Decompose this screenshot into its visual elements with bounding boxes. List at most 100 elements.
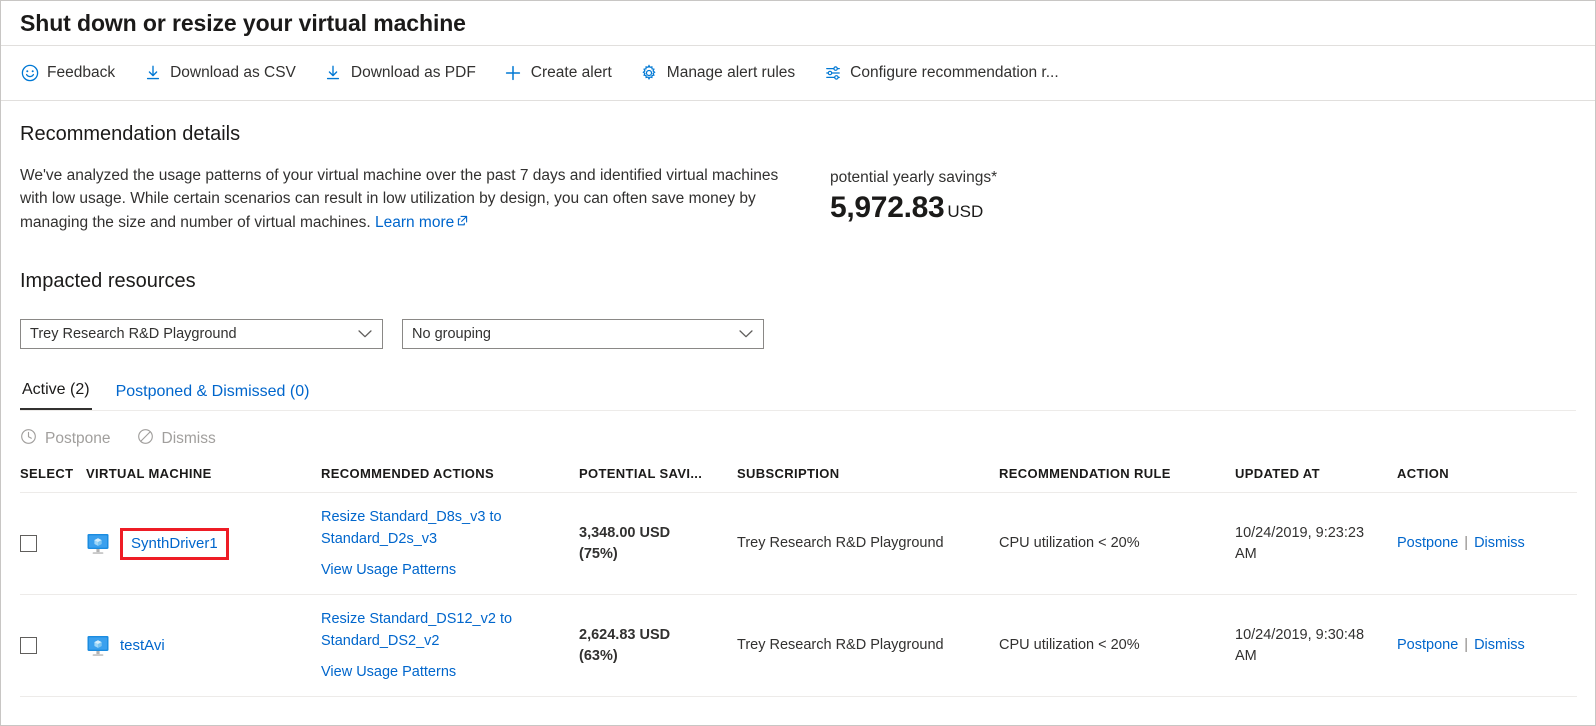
- table-body: SynthDriver1 Resize Standard_D8s_v3 to S…: [20, 493, 1577, 697]
- vm-name-link[interactable]: testAvi: [120, 635, 165, 656]
- clock-icon: [20, 428, 37, 450]
- manage-alert-rules-button[interactable]: Manage alert rules: [640, 58, 809, 89]
- row-checkbox[interactable]: [20, 535, 37, 552]
- smiley-icon: [20, 64, 39, 83]
- recommendation-details-row: We've analyzed the usage patterns of you…: [20, 164, 1576, 234]
- subscription-filter-dropdown[interactable]: Trey Research R&D Playground: [20, 319, 383, 349]
- resize-action-link[interactable]: Resize Standard_D8s_v3 to Standard_D2s_v…: [321, 506, 569, 550]
- potential-savings-panel: potential yearly savings* 5,972.83USD: [830, 164, 997, 230]
- download-icon: [143, 64, 162, 83]
- manage-alert-rules-label: Manage alert rules: [667, 64, 795, 82]
- row-action-bar: Postpone Dismiss: [20, 428, 1576, 450]
- postpone-bulk-label: Postpone: [45, 430, 111, 448]
- potential-savings-label: potential yearly savings*: [830, 168, 997, 188]
- row-postpone-link[interactable]: Postpone: [1397, 637, 1458, 653]
- row-potential-savings-cell: 3,348.00 USD (75%): [579, 493, 737, 595]
- feedback-button[interactable]: Feedback: [20, 58, 129, 89]
- tab-active[interactable]: Active (2): [20, 381, 92, 410]
- block-icon: [137, 428, 154, 450]
- command-bar: Feedback Download as CSV Download as PDF…: [1, 46, 1595, 101]
- create-alert-label: Create alert: [531, 64, 612, 82]
- column-header-action: ACTION: [1397, 466, 1577, 493]
- row-dismiss-link[interactable]: Dismiss: [1474, 535, 1525, 551]
- download-icon: [324, 64, 343, 83]
- row-recommendation-rule-cell: CPU utilization < 20%: [999, 595, 1235, 697]
- savings-value: 3,348.00 USD: [579, 525, 670, 541]
- column-header-recommended-actions: RECOMMENDED ACTIONS: [321, 466, 579, 493]
- row-potential-savings-cell: 2,624.83 USD (63%): [579, 595, 737, 697]
- table-header-row: SELECT VIRTUAL MACHINE RECOMMENDED ACTIO…: [20, 466, 1577, 493]
- postpone-bulk-button[interactable]: Postpone: [20, 428, 111, 450]
- savings-amount: 5,972.83: [830, 191, 944, 224]
- recommendation-details-heading: Recommendation details: [20, 123, 1576, 146]
- blade-content: Recommendation details We've analyzed th…: [1, 123, 1595, 697]
- column-header-subscription: SUBSCRIPTION: [737, 466, 999, 493]
- learn-more-link[interactable]: Learn more: [375, 214, 454, 231]
- virtual-machine-icon: [86, 635, 110, 657]
- chevron-down-icon: [358, 330, 372, 339]
- download-csv-label: Download as CSV: [170, 64, 296, 82]
- resize-action-link[interactable]: Resize Standard_DS12_v2 to Standard_DS2_…: [321, 608, 569, 652]
- blade-title-bar: Shut down or resize your virtual machine: [1, 1, 1595, 46]
- row-action-cell: Postpone | Dismiss: [1397, 595, 1577, 697]
- grouping-filter-value: No grouping: [412, 326, 491, 342]
- impacted-resources-heading: Impacted resources: [20, 270, 1576, 293]
- row-recommended-actions-cell: Resize Standard_D8s_v3 to Standard_D2s_v…: [321, 493, 579, 595]
- download-pdf-button[interactable]: Download as PDF: [324, 58, 490, 89]
- filter-row: Trey Research R&D Playground No grouping: [20, 319, 1576, 349]
- action-separator: |: [1464, 535, 1468, 551]
- row-select-cell: [20, 493, 86, 595]
- row-updated-at-cell: 10/24/2019, 9:23:23 AM: [1235, 493, 1397, 595]
- tab-postponed-dismissed[interactable]: Postponed & Dismissed (0): [114, 383, 312, 410]
- row-postpone-link[interactable]: Postpone: [1397, 535, 1458, 551]
- configure-recommendation-rules-button[interactable]: Configure recommendation r...: [823, 58, 1073, 89]
- savings-percent: (75%): [579, 546, 618, 562]
- savings-percent: (63%): [579, 648, 618, 664]
- subscription-filter-value: Trey Research R&D Playground: [30, 326, 237, 342]
- action-separator: |: [1464, 637, 1468, 653]
- dismiss-bulk-label: Dismiss: [162, 430, 216, 448]
- column-header-updated-at: UPDATED AT: [1235, 466, 1397, 493]
- view-usage-patterns-link[interactable]: View Usage Patterns: [321, 661, 569, 683]
- row-select-cell: [20, 595, 86, 697]
- potential-savings-value: 5,972.83USD: [830, 190, 997, 230]
- virtual-machine-icon: [86, 533, 110, 555]
- gear-icon: [640, 64, 659, 83]
- row-subscription-cell: Trey Research R&D Playground: [737, 595, 999, 697]
- savings-value: 2,624.83 USD: [579, 627, 670, 643]
- recommendation-description: We've analyzed the usage patterns of you…: [20, 164, 795, 234]
- chevron-down-icon: [739, 330, 753, 339]
- row-updated-at-cell: 10/24/2019, 9:30:48 AM: [1235, 595, 1397, 697]
- page-title: Shut down or resize your virtual machine: [20, 10, 466, 37]
- column-header-recommendation-rule: RECOMMENDATION RULE: [999, 466, 1235, 493]
- row-vm-cell: testAvi: [86, 595, 321, 697]
- impacted-resources-table: SELECT VIRTUAL MACHINE RECOMMENDED ACTIO…: [20, 466, 1577, 697]
- recommendation-blade: Shut down or resize your virtual machine…: [0, 0, 1596, 726]
- row-subscription-cell: Trey Research R&D Playground: [737, 493, 999, 595]
- row-action-cell: Postpone | Dismiss: [1397, 493, 1577, 595]
- sliders-icon: [823, 64, 842, 83]
- dismiss-bulk-button[interactable]: Dismiss: [137, 428, 216, 450]
- row-checkbox[interactable]: [20, 637, 37, 654]
- configure-recommendation-rules-label: Configure recommendation r...: [850, 64, 1059, 82]
- plus-icon: [504, 64, 523, 83]
- column-header-potential-savings: POTENTIAL SAVI...: [579, 466, 737, 493]
- grouping-filter-dropdown[interactable]: No grouping: [402, 319, 764, 349]
- column-header-virtual-machine: VIRTUAL MACHINE: [86, 466, 321, 493]
- feedback-label: Feedback: [47, 64, 115, 82]
- vm-name-link[interactable]: SynthDriver1: [120, 528, 229, 560]
- table-row: SynthDriver1 Resize Standard_D8s_v3 to S…: [20, 493, 1577, 595]
- table-header: SELECT VIRTUAL MACHINE RECOMMENDED ACTIO…: [20, 466, 1577, 493]
- row-recommendation-rule-cell: CPU utilization < 20%: [999, 493, 1235, 595]
- column-header-select: SELECT: [20, 466, 86, 493]
- create-alert-button[interactable]: Create alert: [504, 58, 626, 89]
- row-recommended-actions-cell: Resize Standard_DS12_v2 to Standard_DS2_…: [321, 595, 579, 697]
- view-usage-patterns-link[interactable]: View Usage Patterns: [321, 559, 569, 581]
- download-csv-button[interactable]: Download as CSV: [143, 58, 310, 89]
- row-vm-cell: SynthDriver1: [86, 493, 321, 595]
- row-dismiss-link[interactable]: Dismiss: [1474, 637, 1525, 653]
- download-pdf-label: Download as PDF: [351, 64, 476, 82]
- savings-currency: USD: [947, 202, 983, 221]
- resource-tabs: Active (2) Postponed & Dismissed (0): [20, 381, 1576, 411]
- external-link-icon: [457, 210, 468, 233]
